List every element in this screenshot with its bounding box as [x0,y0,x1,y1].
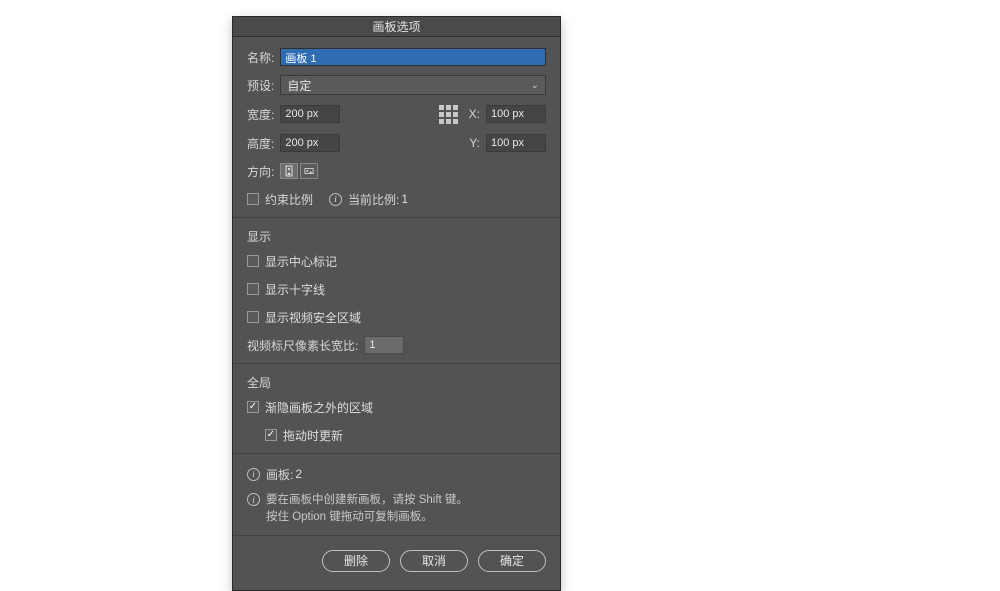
show-safe-label: 显示视频安全区域 [265,309,361,326]
preset-value: 自定 [287,77,311,94]
preset-label: 预设: [247,77,274,94]
hint-text: 要在画板中创建新画板，请按 Shift 键。 按住 Option 键拖动可复制画… [266,492,468,527]
global-heading: 全局 [247,374,546,391]
update-while-drag-label: 拖动时更新 [283,427,343,444]
constrain-label: 约束比例 [265,191,313,208]
x-field[interactable]: 100 px [486,105,546,123]
x-label: X: [469,107,480,121]
show-center-label: 显示中心标记 [265,253,337,270]
dialog-title: 画板选项 [233,17,560,37]
info-icon: i [247,493,260,506]
landscape-icon [304,165,314,177]
info-icon: i [329,193,342,206]
portrait-icon [284,165,294,177]
orientation-landscape-button[interactable] [300,163,318,179]
section-info: i 画板: 2 i 要在画板中创建新画板，请按 Shift 键。 按住 Opti… [233,454,560,536]
cancel-button[interactable]: 取消 [400,550,468,572]
width-label: 宽度: [247,106,274,123]
orientation-label: 方向: [247,163,274,180]
reference-point-grid[interactable] [437,103,459,125]
show-center-checkbox[interactable] [247,255,259,267]
artboard-count-label: 画板: [266,466,293,483]
height-label: 高度: [247,135,274,152]
name-label: 名称: [247,49,274,66]
delete-button[interactable]: 删除 [322,550,390,572]
preset-select[interactable]: 自定 ⌄ [280,75,546,95]
dialog-footer: 删除 取消 确定 [233,536,560,590]
display-heading: 显示 [247,228,546,245]
update-while-drag-checkbox[interactable] [265,429,277,441]
orientation-portrait-button[interactable] [280,163,298,179]
ok-button[interactable]: 确定 [478,550,546,572]
artboard-count-value: 2 [295,467,302,481]
constrain-proportions-checkbox[interactable] [247,193,259,205]
info-icon: i [247,468,260,481]
pixel-aspect-field[interactable]: 1 [364,336,404,354]
current-ratio-label: 当前比例: [348,191,399,208]
artboard-options-dialog: 画板选项 名称: 画板 1 预设: 自定 ⌄ 宽度: 200 px X: [232,16,561,591]
pixel-aspect-label: 视频标尺像素长宽比: [247,337,358,354]
y-field[interactable]: 100 px [486,134,546,152]
width-field[interactable]: 200 px [280,105,340,123]
fade-outside-checkbox[interactable] [247,401,259,413]
y-label: Y: [469,136,480,150]
section-global: 全局 渐隐画板之外的区域 拖动时更新 [233,364,560,454]
chevron-down-icon: ⌄ [531,80,539,91]
show-cross-label: 显示十字线 [265,281,325,298]
show-cross-checkbox[interactable] [247,283,259,295]
current-ratio-value: 1 [401,192,408,206]
height-field[interactable]: 200 px [280,134,340,152]
section-display: 显示 显示中心标记 显示十字线 显示视频安全区域 视频标尺像素长宽比: 1 [233,218,560,364]
name-field[interactable]: 画板 1 [280,48,546,66]
section-basic: 名称: 画板 1 预设: 自定 ⌄ 宽度: 200 px X: 100 px [233,37,560,218]
fade-outside-label: 渐隐画板之外的区域 [265,399,373,416]
show-safe-checkbox[interactable] [247,311,259,323]
